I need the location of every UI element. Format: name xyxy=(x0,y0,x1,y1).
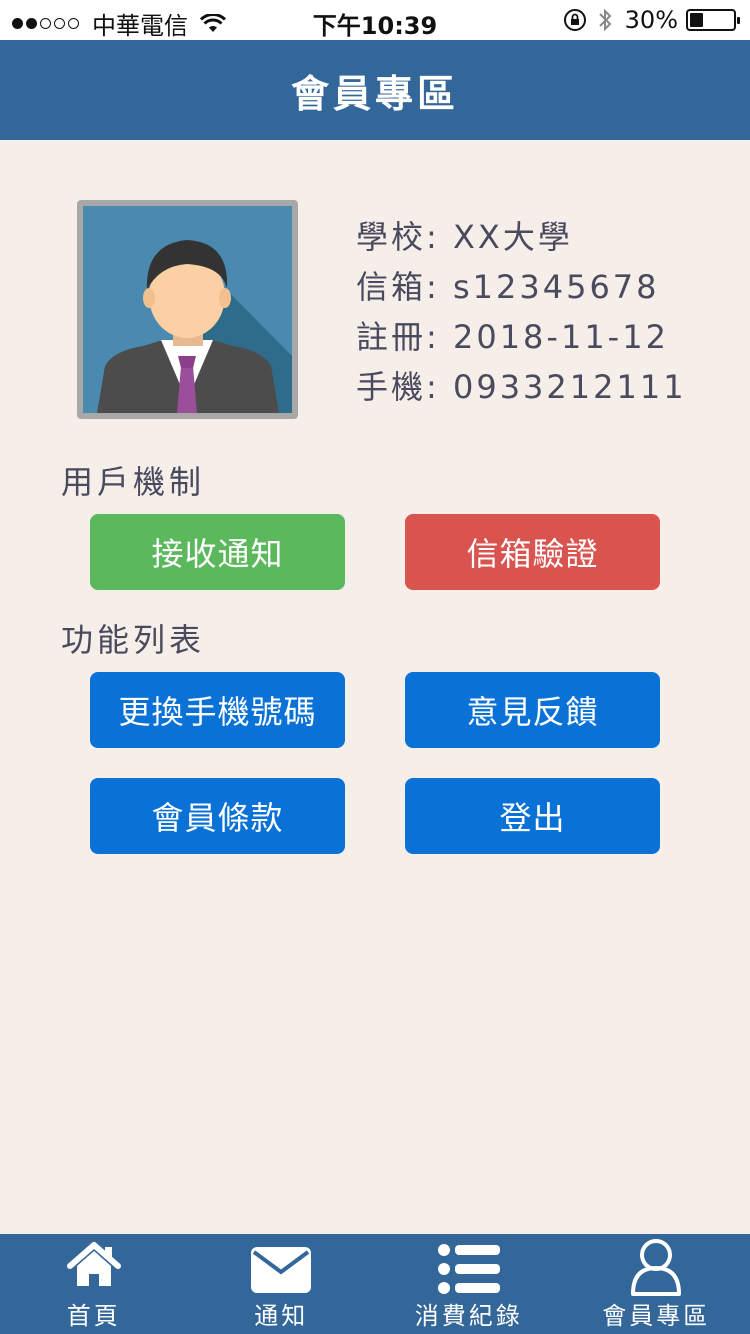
bluetooth-icon xyxy=(598,8,612,32)
change-phone-button[interactable]: 更換手機號碼 xyxy=(90,672,345,748)
register-label: 註冊: xyxy=(356,318,440,356)
email-label: 信箱: xyxy=(356,268,440,306)
school-value: XX大學 xyxy=(452,218,573,256)
status-bar-right: 30% xyxy=(563,6,740,34)
tab-member-area[interactable]: 會員專區 xyxy=(563,1234,750,1334)
navigation-bar: 會員專區 xyxy=(0,40,750,140)
list-icon xyxy=(437,1244,500,1294)
orientation-lock-icon xyxy=(563,9,586,31)
avatar-illustration xyxy=(83,206,292,413)
school-label: 學校: xyxy=(356,218,440,256)
tab-notifications[interactable]: 通知 xyxy=(188,1234,376,1334)
tab-bar: 首頁 通知 消費紀錄 會員專區 xyxy=(0,1234,750,1334)
email-row: 信箱: s12345678 xyxy=(356,262,687,312)
function-section-title: 功能列表 xyxy=(61,621,206,659)
home-icon xyxy=(66,1242,121,1286)
tab-purchase-history-label: 消費紀錄 xyxy=(414,1302,523,1330)
phone-row: 手機: 0933212111 xyxy=(356,362,687,412)
email-verification-button[interactable]: 信箱驗證 xyxy=(405,514,660,590)
battery-fill xyxy=(690,13,703,27)
page-title: 會員專區 xyxy=(290,71,459,116)
register-row: 註冊: 2018-11-12 xyxy=(356,312,687,362)
phone-value: 0933212111 xyxy=(452,368,687,406)
school-row: 學校: XX大學 xyxy=(356,212,687,262)
tab-purchase-history[interactable]: 消費紀錄 xyxy=(375,1234,563,1334)
battery-icon xyxy=(686,9,740,31)
member-terms-button[interactable]: 會員條款 xyxy=(90,778,345,854)
tab-home-label: 首頁 xyxy=(66,1302,121,1330)
tab-member-area-label: 會員專區 xyxy=(602,1302,711,1330)
tab-notifications-label: 通知 xyxy=(254,1302,309,1330)
profile-info: 學校: XX大學 信箱: s12345678 註冊: 2018-11-12 手機… xyxy=(356,212,687,412)
tab-home[interactable]: 首頁 xyxy=(0,1234,188,1334)
user-section-title: 用戶機制 xyxy=(61,463,206,501)
battery-percent: 30% xyxy=(624,6,678,34)
receive-notifications-button[interactable]: 接收通知 xyxy=(90,514,345,590)
register-value: 2018-11-12 xyxy=(452,318,669,356)
envelope-icon xyxy=(251,1247,312,1293)
avatar xyxy=(77,200,298,419)
feedback-button[interactable]: 意見反饋 xyxy=(405,672,660,748)
logout-button[interactable]: 登出 xyxy=(405,778,660,854)
email-value: s12345678 xyxy=(452,268,660,306)
user-icon xyxy=(631,1239,682,1296)
phone-label: 手機: xyxy=(356,368,440,406)
status-bar: 中華電信 下午10:39 30% xyxy=(0,0,750,40)
